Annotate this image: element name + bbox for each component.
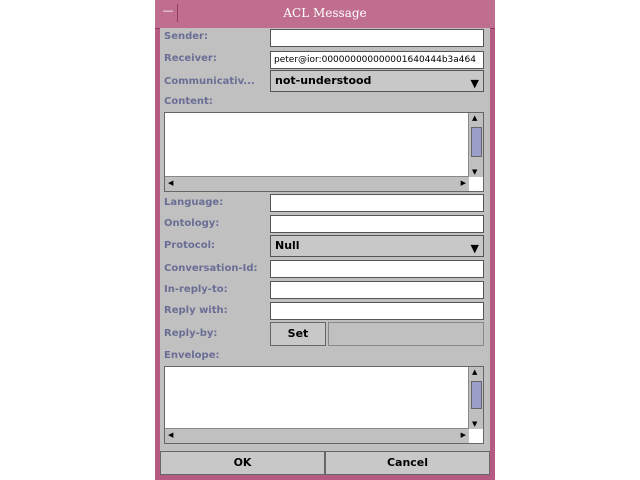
scroll-thumb[interactable] — [471, 127, 482, 157]
protocol-value: Null — [275, 239, 300, 252]
receiver-field[interactable]: peter@ior:000000000000001640444b3a464 — [270, 51, 484, 69]
envelope-horizontal-scrollbar[interactable]: ◀ ▶ — [165, 428, 469, 443]
reply-by-label: Reply-by: — [164, 328, 218, 339]
envelope-textarea[interactable]: ▲ ▼ ◀ ▶ — [164, 366, 484, 444]
content-textarea[interactable]: ▲ ▼ ◀ ▶ — [164, 112, 484, 192]
scroll-left-icon[interactable]: ◀ — [168, 431, 173, 439]
reply-by-value-panel — [328, 322, 484, 346]
envelope-label: Envelope: — [164, 350, 220, 361]
scroll-down-icon[interactable]: ▼ — [472, 420, 477, 428]
communicative-act-label: Communicativ... — [164, 76, 255, 87]
conversation-id-field[interactable] — [270, 260, 484, 278]
scroll-up-icon[interactable]: ▲ — [472, 114, 477, 122]
language-label: Language: — [164, 197, 224, 208]
chevron-down-icon: ▼ — [470, 242, 479, 255]
sender-field[interactable] — [270, 29, 484, 47]
scroll-thumb[interactable] — [471, 381, 482, 409]
sender-label: Sender: — [164, 31, 208, 42]
protocol-label: Protocol: — [164, 240, 216, 251]
scroll-up-icon[interactable]: ▲ — [472, 368, 477, 376]
scroll-left-icon[interactable]: ◀ — [168, 179, 173, 187]
scroll-right-icon[interactable]: ▶ — [461, 179, 466, 187]
envelope-vertical-scrollbar[interactable]: ▲ ▼ — [468, 367, 483, 429]
in-reply-to-label: In-reply-to: — [164, 284, 228, 295]
language-field[interactable] — [270, 194, 484, 212]
ontology-field[interactable] — [270, 215, 484, 233]
window-title: ACL Message — [283, 6, 367, 20]
protocol-select[interactable]: Null ▼ — [270, 235, 484, 257]
receiver-label: Receiver: — [164, 53, 217, 64]
reply-with-label: Reply with: — [164, 305, 228, 316]
set-reply-by-button[interactable]: Set — [270, 322, 326, 346]
acl-message-window: — ACL Message Sender: Receiver: peter@io… — [155, 0, 495, 480]
ok-button[interactable]: OK — [160, 451, 325, 475]
ontology-label: Ontology: — [164, 218, 220, 229]
scroll-right-icon[interactable]: ▶ — [461, 431, 466, 439]
communicative-act-value: not-understood — [275, 74, 372, 87]
title-bar[interactable]: — ACL Message — [155, 0, 495, 29]
content-horizontal-scrollbar[interactable]: ◀ ▶ — [165, 176, 469, 191]
chevron-down-icon: ▼ — [470, 77, 479, 90]
cancel-button[interactable]: Cancel — [325, 451, 490, 475]
communicative-act-select[interactable]: not-understood ▼ — [270, 70, 484, 92]
conversation-id-label: Conversation-Id: — [164, 263, 258, 274]
content-vertical-scrollbar[interactable]: ▲ ▼ — [468, 113, 483, 177]
in-reply-to-field[interactable] — [270, 281, 484, 299]
dialog-body: Sender: Receiver: peter@ior:000000000000… — [160, 28, 490, 475]
content-label: Content: — [164, 96, 213, 107]
scroll-down-icon[interactable]: ▼ — [472, 168, 477, 176]
reply-with-field[interactable] — [270, 302, 484, 320]
